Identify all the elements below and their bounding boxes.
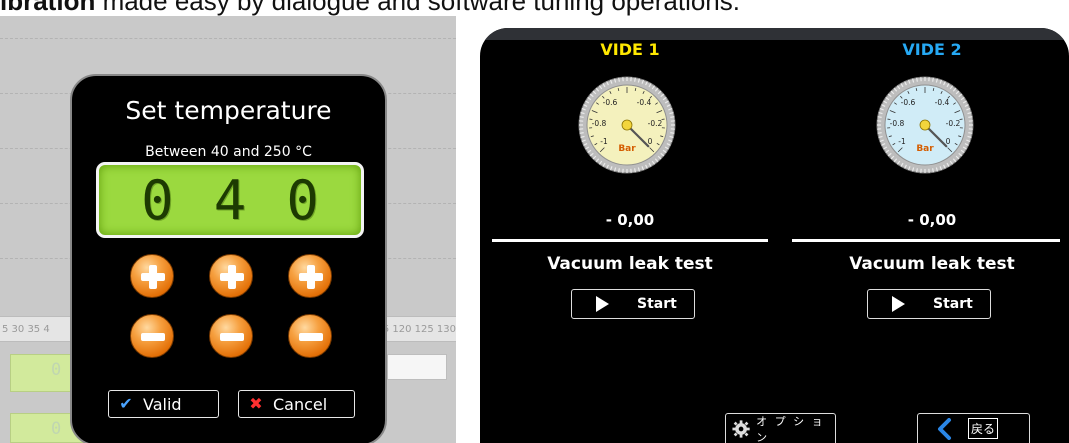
options-button[interactable]: オ プ シ ョ ン xyxy=(725,413,836,443)
vide-1-gauge: -0.6 -0.4 -0.8 -0.2 -1 0 Bar xyxy=(578,76,676,174)
scale-left-labels: 5 30 35 4 xyxy=(2,324,50,335)
options-label: オ プ シ ョ ン xyxy=(756,414,825,443)
caption-bold: ibration xyxy=(0,0,96,16)
vide-2-separator xyxy=(792,239,1060,242)
gauge-rim-tick xyxy=(579,132,584,134)
dialog-range-text: Between 40 and 250 °C xyxy=(145,144,312,160)
checkmark-icon: ✔ xyxy=(119,394,133,413)
vide-1-pressure-value: - 0,00 xyxy=(605,211,655,229)
scale-right-labels: 5 120 125 130 xyxy=(382,324,456,335)
gauge-tick-label: -0.6 xyxy=(901,98,916,107)
background-field xyxy=(387,354,447,380)
vide-1-leak-test-label: Vacuum leak test xyxy=(547,254,713,274)
gauge-tick-label: -0.4 xyxy=(637,98,652,107)
increment-hundreds-button[interactable] xyxy=(130,254,174,298)
gauge-rim-tick xyxy=(932,168,934,173)
decrement-tens-button[interactable] xyxy=(209,314,253,358)
gauge-unit-label: Bar xyxy=(916,144,934,154)
chevron-left-icon xyxy=(938,417,951,440)
lcd-digit-hundreds: 0 xyxy=(141,168,174,232)
valid-button[interactable]: ✔ Valid xyxy=(108,390,219,418)
gauge-rim-tick xyxy=(618,77,620,82)
minus-icon xyxy=(131,315,173,357)
background-lcd-cell: 0 xyxy=(10,354,72,392)
gauge-tick-label: -1 xyxy=(600,137,608,146)
gauge-rim-tick xyxy=(579,116,584,118)
gauge-unit-label: Bar xyxy=(618,144,636,154)
vide-1-start-label: Start xyxy=(637,296,677,312)
gear-icon xyxy=(732,419,750,438)
caption-text: made easy by dialogue and software tunin… xyxy=(95,0,740,16)
vide-1-title: VIDE 1 xyxy=(600,40,660,59)
gauge-hub xyxy=(919,119,931,131)
gauge-tick-label: -0.8 xyxy=(890,119,905,128)
gauge-rim-tick xyxy=(670,116,675,118)
back-label: 戻る xyxy=(968,418,999,439)
dialog-title: Set temperature xyxy=(125,96,332,125)
vide-2-start-label: Start xyxy=(933,296,973,312)
gauge-tick-label: -0.6 xyxy=(603,98,618,107)
gauge-tick-label: 0 xyxy=(946,137,951,146)
gauge-tick-label: -1 xyxy=(898,137,906,146)
gauge-tick-label: -0.8 xyxy=(592,119,607,128)
gauge-rim-tick xyxy=(877,132,882,134)
gauge-rim-tick xyxy=(968,132,973,134)
vide-2-column: VIDE 2 -0.6 -0.4 -0.8 -0.2 -1 0 Bar - 0,00 Vac… xyxy=(792,28,1069,328)
increment-units-button[interactable] xyxy=(288,254,332,298)
gauge-hub xyxy=(621,119,633,131)
gauge-rim-tick xyxy=(968,116,973,118)
minus-icon xyxy=(210,315,252,357)
increment-tens-button[interactable] xyxy=(209,254,253,298)
play-icon xyxy=(596,296,609,312)
vide-2-pressure-value: - 0,00 xyxy=(907,211,957,229)
gauge-rim-tick xyxy=(634,168,636,173)
plus-icon xyxy=(131,255,173,297)
vacuum-screen: VIDE 1 -0.6 -0.4 -0.8 -0.2 -1 0 Bar - 0,00 Vac… xyxy=(480,28,1069,443)
cross-icon: ✖ xyxy=(249,394,263,413)
lcd-digit-tens: 4 xyxy=(213,168,247,232)
cancel-button[interactable]: ✖ Cancel xyxy=(238,390,355,418)
gauge-rim-tick xyxy=(932,77,934,82)
grid-line xyxy=(0,38,456,39)
vide-2-leak-test-label: Vacuum leak test xyxy=(849,254,1015,274)
gauge-rim-tick xyxy=(634,77,636,82)
decrement-hundreds-button[interactable] xyxy=(130,314,174,358)
set-temperature-dialog: Set temperature Between 40 and 250 °C 0 … xyxy=(70,74,387,443)
vide-2-gauge: -0.6 -0.4 -0.8 -0.2 -1 0 Bar xyxy=(876,76,974,174)
gauge-rim-tick xyxy=(916,77,918,82)
vide-2-title: VIDE 2 xyxy=(902,40,962,59)
vide-1-column: VIDE 1 -0.6 -0.4 -0.8 -0.2 -1 0 Bar - 0,00 Vac… xyxy=(490,28,770,328)
gauge-tick-label: -0.2 xyxy=(648,119,663,128)
plus-icon xyxy=(289,255,331,297)
temperature-lcd-display: 0 4 0 xyxy=(96,162,364,238)
gauge-tick-label: 0 xyxy=(648,137,653,146)
valid-button-label: Valid xyxy=(143,394,182,414)
vide-2-start-button[interactable]: Start xyxy=(867,289,991,319)
gauge-tick-label: -0.4 xyxy=(935,98,950,107)
gauge-tick-label: -0.2 xyxy=(946,119,961,128)
vide-1-start-button[interactable]: Start xyxy=(571,289,695,319)
lcd-digit-units: 0 xyxy=(286,168,319,232)
gauge-rim-tick xyxy=(916,168,918,173)
back-button[interactable]: 戻る xyxy=(917,413,1030,443)
temperature-screen: 5 30 35 4 5 120 125 130 0 0 Set temperat… xyxy=(0,16,456,443)
gauge-rim-tick xyxy=(618,168,620,173)
cancel-button-label: Cancel xyxy=(273,394,328,414)
gauge-rim-tick xyxy=(670,132,675,134)
plus-icon xyxy=(210,255,252,297)
decrement-units-button[interactable] xyxy=(288,314,332,358)
minus-icon xyxy=(289,315,331,357)
vide-1-separator xyxy=(492,239,768,242)
play-icon xyxy=(892,296,905,312)
gauge-rim-tick xyxy=(877,116,882,118)
